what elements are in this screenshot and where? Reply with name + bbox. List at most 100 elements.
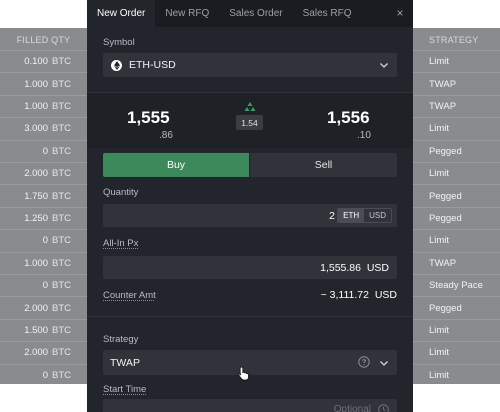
quantity-field[interactable]: 2 ETH USD [103, 204, 397, 227]
currency-option-usd[interactable]: USD [364, 209, 391, 222]
blotter-qty-cell: 1.000 BTC [0, 251, 87, 274]
filled-qty-currency: BTC [52, 302, 71, 314]
blotter-strategy-cell: Limit [413, 162, 500, 184]
symbol-label: Symbol [103, 37, 135, 48]
sell-button[interactable]: Sell [250, 153, 397, 177]
currency-toggle: ETH USD [337, 208, 392, 223]
blotter-qty-cell: 0.100 BTC [0, 50, 87, 72]
blotter-strategy-cell: Limit [413, 363, 500, 386]
strategy-select[interactable]: TWAP [103, 350, 397, 375]
blotter-qty-cell: 0 BTC [0, 229, 87, 251]
blotter-strategy-cell: Pegged [413, 296, 500, 318]
clock-icon [378, 404, 389, 412]
filled-qty-value: 2.000 [24, 302, 48, 314]
blotter-qty-cell: 2.000 BTC [0, 296, 87, 318]
offer-price[interactable]: 1,556 [327, 108, 370, 128]
tab-sales-rfq[interactable]: Sales RFQ [293, 0, 362, 27]
blotter-qty-cell: 0 BTC [0, 139, 87, 162]
filled-qty-currency: BTC [52, 78, 71, 90]
offer-price-decimals: .10 [357, 130, 371, 141]
all-in-px-unit: USD [366, 262, 389, 274]
filled-qty-currency: BTC [52, 280, 71, 292]
buy-button[interactable]: Buy [103, 153, 249, 177]
blotter-strategy-cell: TWAP [413, 94, 500, 117]
filled-qty-value: 1.000 [24, 100, 48, 112]
blotter-strategy-cell: Limit [413, 117, 500, 139]
filled-qty-header: FILLED QTY [16, 35, 71, 45]
blotter-strategy-cell: Steady Pace [413, 274, 500, 296]
blotter-strategy-cell: Pegged [413, 139, 500, 162]
symbol-value: ETH-USD [129, 59, 176, 71]
section-divider [87, 316, 413, 317]
counter-amt-label: Counter Amt [103, 290, 156, 301]
filled-qty-currency: BTC [52, 145, 71, 157]
filled-qty-currency: BTC [52, 235, 71, 247]
blotter-qty-cell: 1.500 BTC [0, 318, 87, 341]
strategy-label: Strategy [103, 334, 139, 345]
filled-qty-value: 0 [42, 145, 48, 157]
blotter-strategy-cell: Limit [413, 50, 500, 72]
filled-qty-value: 2.000 [24, 347, 48, 359]
chevron-down-icon [380, 63, 388, 68]
spread-icon [244, 102, 256, 111]
filled-qty-value: 0 [42, 235, 48, 247]
blotter-qty-cell: 0 BTC [0, 363, 87, 386]
quantity-value: 2 [329, 210, 335, 222]
bid-price[interactable]: 1,555 [127, 108, 170, 128]
blotter-qty-cell: 1.000 BTC [0, 94, 87, 117]
filled-qty-currency: BTC [52, 257, 71, 269]
all-in-px-value: 1,555.86 USD [320, 262, 389, 274]
filled-qty-value: 3.000 [24, 123, 48, 135]
filled-qty-currency: BTC [52, 100, 71, 112]
help-icon[interactable] [358, 356, 370, 368]
blotter-strategy-cell: Limit [413, 341, 500, 363]
screen: FILLED QTY STRATEGY 0.100 BTC Limit 1.000 BT… [0, 0, 500, 412]
filled-qty-value: 1.500 [24, 324, 48, 336]
ticket-tabs: New Order New RFQ Sales Order Sales RFQ … [87, 0, 413, 27]
filled-qty-value: 0 [42, 280, 48, 292]
filled-qty-value: 2.000 [24, 168, 48, 180]
close-icon[interactable]: × [393, 6, 407, 20]
bid-price-decimals: .86 [159, 130, 173, 141]
all-in-px-label: All-In Px [103, 238, 139, 249]
currency-option-eth[interactable]: ETH [338, 209, 365, 222]
strategy-header: STRATEGY [429, 35, 479, 45]
order-ticket: New Order New RFQ Sales Order Sales RFQ … [87, 0, 413, 412]
blotter-strategy-cell: TWAP [413, 251, 500, 274]
spread-value: 1.54 [236, 115, 263, 130]
blotter-strategy-cell: Pegged [413, 184, 500, 206]
mouse-cursor-icon [238, 366, 249, 381]
tab-sales-order[interactable]: Sales Order [219, 0, 292, 27]
blotter-qty-cell: 1.250 BTC [0, 206, 87, 229]
quantity-label: Quantity [103, 187, 139, 198]
counter-amt-amount: ~ 3,111.72 [320, 289, 369, 301]
filled-qty-value: 0 [42, 369, 48, 381]
blotter-qty-cell: 3.000 BTC [0, 117, 87, 139]
tab-new-rfq[interactable]: New RFQ [155, 0, 219, 27]
filled-qty-currency: BTC [52, 212, 71, 224]
all-in-px-amount: 1,555.86 [320, 262, 361, 274]
filled-qty-currency: BTC [52, 347, 71, 359]
tab-new-order[interactable]: New Order [87, 0, 156, 27]
blotter-strategy-cell: Limit [413, 318, 500, 341]
start-time-field[interactable]: Optional [103, 399, 397, 412]
blotter-qty-cell: 1.000 BTC [0, 72, 87, 94]
filled-qty-currency: BTC [52, 369, 71, 381]
blotter-qty-cell: 2.000 BTC [0, 341, 87, 363]
filled-qty-currency: BTC [52, 190, 71, 202]
ethereum-icon [111, 59, 122, 71]
filled-qty-value: 1.750 [24, 190, 48, 202]
filled-qty-currency: BTC [52, 123, 71, 135]
chevron-down-icon [380, 361, 388, 366]
filled-qty-currency: BTC [52, 56, 71, 68]
counter-amt-unit: USD [374, 289, 397, 301]
blotter-qty-cell: 1.750 BTC [0, 184, 87, 206]
blotter-strategy-cell: Limit [413, 229, 500, 251]
all-in-px-field[interactable]: 1,555.86 USD [103, 256, 397, 279]
blotter-strategy-cell: Pegged [413, 206, 500, 229]
blotter-qty-cell: 2.000 BTC [0, 162, 87, 184]
symbol-select[interactable]: ETH-USD [103, 53, 397, 77]
filled-qty-value: 1.000 [24, 78, 48, 90]
blotter-qty-cell: 0 BTC [0, 274, 87, 296]
blotter-strategy-cell: TWAP [413, 72, 500, 94]
